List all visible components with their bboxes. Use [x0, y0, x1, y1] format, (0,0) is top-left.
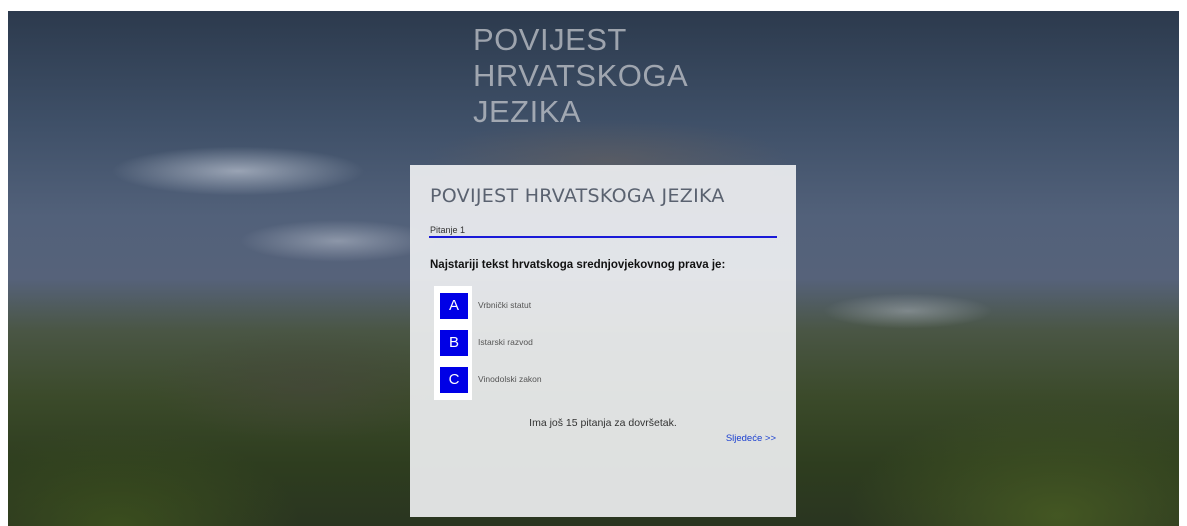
answer-a-button[interactable]: A: [440, 293, 468, 319]
answer-b-button[interactable]: B: [440, 330, 468, 356]
answer-c-label[interactable]: Vinodolski zakon: [478, 374, 542, 384]
quiz-title: POVIJEST HRVATSKOGA JEZIKA: [430, 185, 725, 207]
background-title-line-1: POVIJEST: [473, 22, 627, 57]
answer-a-label[interactable]: Vrbnički statut: [478, 300, 531, 310]
question-underline: [429, 236, 777, 238]
background-title-line-3: JEZIKA: [473, 94, 582, 129]
next-link[interactable]: Sljedeće >>: [726, 433, 776, 444]
answer-b-label[interactable]: Istarski razvod: [478, 337, 533, 347]
remaining-questions-text: Ima još 15 pitanja za dovršetak.: [529, 417, 677, 429]
answer-c-button[interactable]: C: [440, 367, 468, 393]
quiz-card: POVIJEST HRVATSKOGA JEZIKA Pitanje 1 Naj…: [410, 165, 796, 517]
background-title-line-2: HRVATSKOGA: [473, 58, 689, 93]
background-title: POVIJEST HRVATSKOGA JEZIKA: [473, 22, 688, 130]
question-number-label: Pitanje 1: [430, 225, 466, 235]
question-text: Najstariji tekst hrvatskoga srednjovjeko…: [430, 259, 726, 271]
